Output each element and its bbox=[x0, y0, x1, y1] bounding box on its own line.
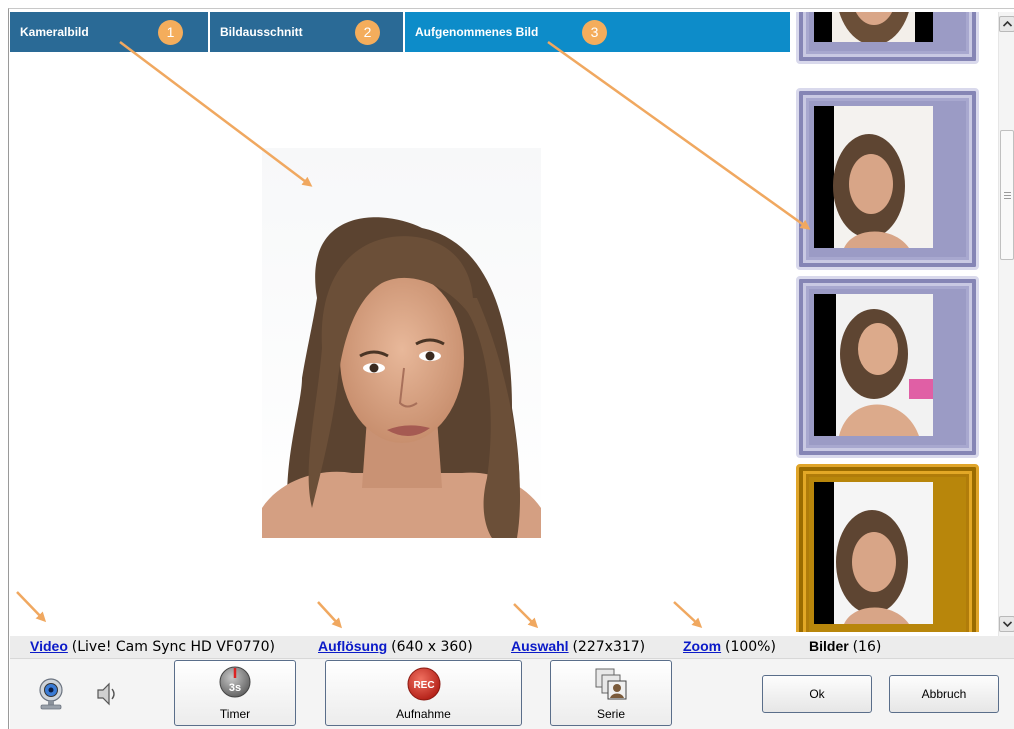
thumbnail-photo bbox=[814, 294, 933, 436]
tab-label: Kameralbild bbox=[20, 25, 89, 39]
status-bar: Video (Live! Cam Sync HD VF0770) Auflösu… bbox=[10, 636, 1014, 658]
images-label: Bilder bbox=[809, 638, 849, 654]
photo-capture-window: Kameralbild 1 Bildausschnitt 2 Aufgenomm… bbox=[0, 0, 1014, 729]
status-video: Video (Live! Cam Sync HD VF0770) bbox=[30, 638, 275, 655]
step-number-badge: 2 bbox=[355, 20, 380, 45]
thumbnail-item[interactable] bbox=[796, 88, 979, 270]
camera-preview-image bbox=[262, 148, 541, 538]
resolution-value: (640 x 360) bbox=[391, 639, 473, 655]
thumbnail-scrollbar[interactable] bbox=[998, 12, 1014, 636]
ok-button[interactable]: Ok bbox=[762, 675, 872, 713]
status-zoom: Zoom (100%) bbox=[683, 638, 776, 655]
tab-label: Aufgenommenes Bild bbox=[415, 25, 539, 39]
series-button[interactable]: Serie bbox=[550, 660, 672, 726]
resolution-link[interactable]: Auflösung bbox=[318, 638, 387, 654]
scroll-up-button[interactable] bbox=[999, 16, 1014, 32]
zoom-link[interactable]: Zoom bbox=[683, 638, 721, 654]
status-resolution: Auflösung (640 x 360) bbox=[318, 638, 473, 655]
tab-captured-image[interactable]: Aufgenommenes Bild 3 bbox=[405, 12, 790, 52]
cancel-button[interactable]: Abbruch bbox=[889, 675, 999, 713]
timer-badge-text: 3s bbox=[229, 682, 241, 694]
step-tabs: Kameralbild 1 Bildausschnitt 2 Aufgenomm… bbox=[10, 12, 790, 52]
timer-icon: 3s bbox=[219, 666, 251, 698]
thumbnail-photo bbox=[814, 482, 933, 624]
rec-badge-text: REC bbox=[413, 680, 434, 691]
tab-camera-image[interactable]: Kameralbild 1 bbox=[10, 12, 208, 52]
scrollbar-thumb[interactable] bbox=[1000, 130, 1014, 260]
timer-button[interactable]: 3s Timer bbox=[174, 660, 296, 726]
thumbnail-photo bbox=[814, 12, 933, 42]
bottom-toolbar: 3s Timer REC Aufnahme Serie Ok Abbruch bbox=[10, 658, 1014, 729]
status-selection: Auswahl (227x317) bbox=[511, 638, 645, 655]
status-images: Bilder (16) bbox=[809, 638, 881, 655]
scroll-down-button[interactable] bbox=[999, 616, 1014, 632]
grip-line bbox=[1004, 195, 1011, 196]
grip-line bbox=[1004, 192, 1011, 193]
captured-images-list[interactable] bbox=[793, 12, 986, 632]
images-value: (16) bbox=[852, 639, 882, 655]
video-value: (Live! Cam Sync HD VF0770) bbox=[71, 639, 275, 655]
chevron-up-icon bbox=[1002, 21, 1012, 27]
grip-line bbox=[1004, 198, 1011, 199]
record-label: Aufnahme bbox=[396, 707, 451, 721]
webcam-icon[interactable] bbox=[38, 678, 64, 715]
photo-series-icon bbox=[595, 668, 627, 700]
thumbnail-item-selected[interactable] bbox=[796, 464, 979, 632]
timer-label: Timer bbox=[219, 707, 251, 721]
tab-label: Bildausschnitt bbox=[220, 25, 303, 39]
selection-link[interactable]: Auswahl bbox=[511, 638, 569, 654]
record-button[interactable]: REC Aufnahme bbox=[325, 660, 522, 726]
rec-icon: REC bbox=[407, 667, 441, 701]
video-link[interactable]: Video bbox=[30, 638, 68, 654]
series-label: Serie bbox=[596, 707, 625, 721]
step-number-badge: 1 bbox=[158, 20, 183, 45]
speaker-icon[interactable] bbox=[95, 681, 119, 712]
thumbnail-item[interactable] bbox=[796, 12, 979, 64]
selection-value: (227x317) bbox=[572, 639, 646, 655]
thumbnail-item[interactable] bbox=[796, 276, 979, 458]
step-number-badge: 3 bbox=[582, 20, 607, 45]
tab-image-crop[interactable]: Bildausschnitt 2 bbox=[210, 12, 403, 52]
zoom-value: (100%) bbox=[725, 639, 776, 655]
chevron-down-icon bbox=[1002, 621, 1012, 627]
thumbnail-photo bbox=[814, 106, 933, 248]
